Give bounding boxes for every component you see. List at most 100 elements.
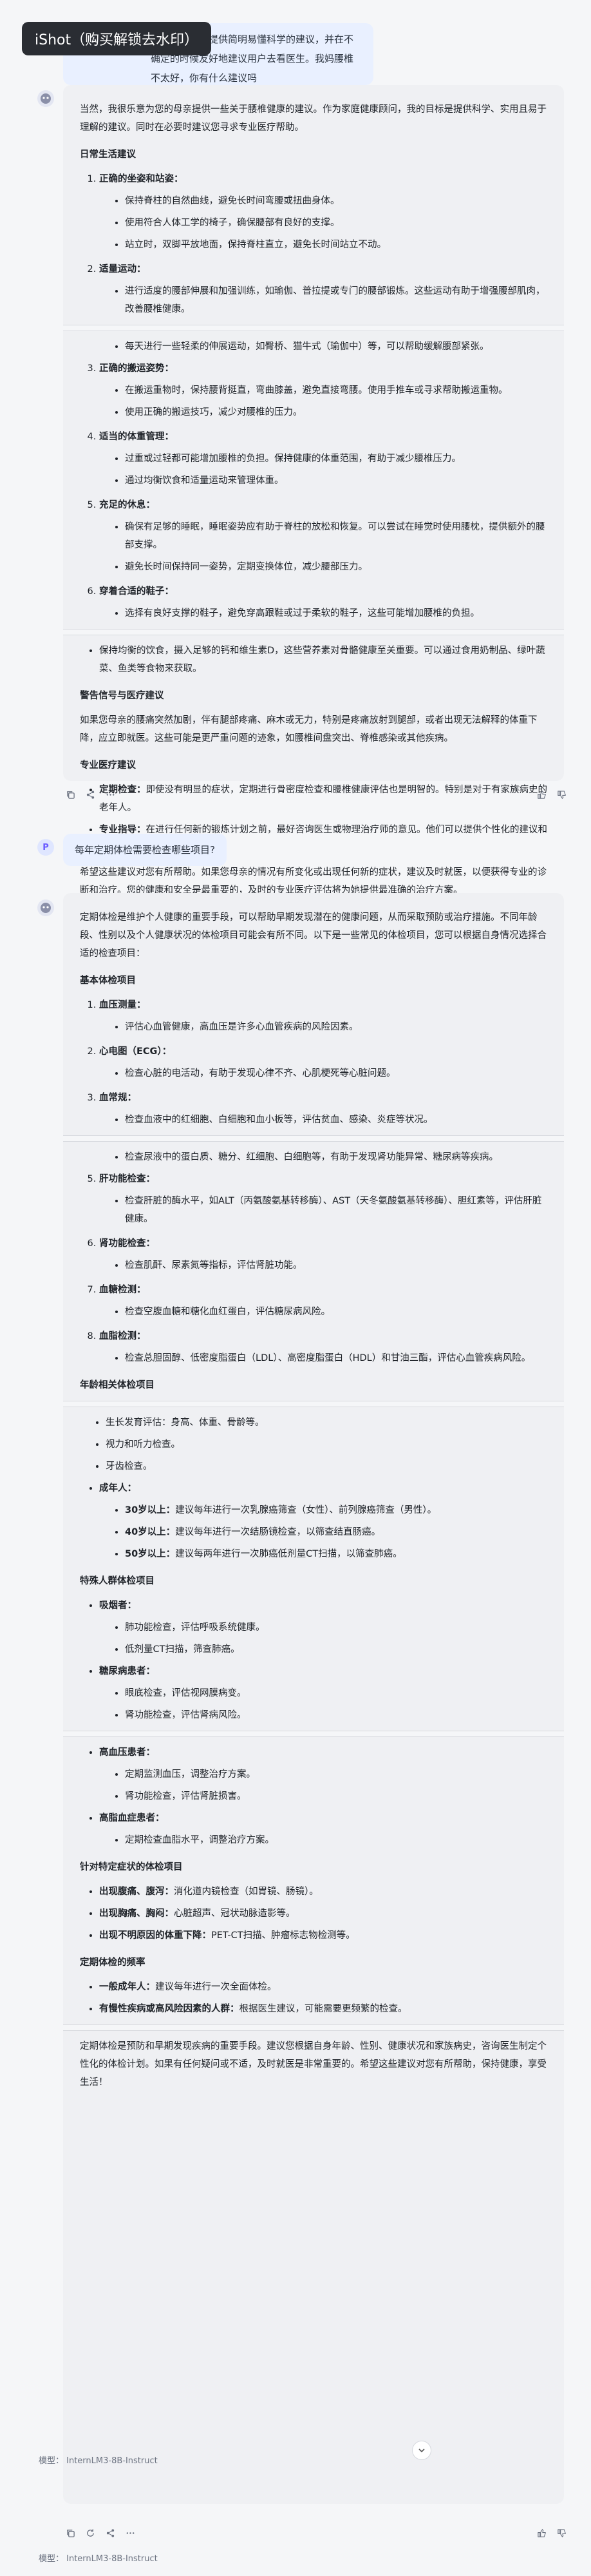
list-item: 在搬运重物时，保持腰背挺直，弯曲膝盖，避免直接弯腰。使用手推车或寻求帮助搬运重物… xyxy=(125,381,547,399)
list-item: 一般成年人：建议每年进行一次全面体检。 xyxy=(99,1978,547,1996)
list-item: 低剂量CT扫描，筛查肺癌。 xyxy=(125,1640,547,1658)
scroll-divider xyxy=(63,1731,564,1737)
list-item: 检查血液中的红细胞、白细胞和血小板等，评估贫血、感染、炎症等状况。 xyxy=(125,1111,547,1129)
list-item: 肝功能检查： 检查肝脏的酶水平，如ALT（丙氨酸氨基转移酶）、AST（天冬氨酸氨… xyxy=(99,1170,547,1228)
user-avatar: P xyxy=(37,839,54,856)
section-heading: 特殊人群体检项目 xyxy=(80,1576,155,1586)
scroll-down-button[interactable] xyxy=(412,2441,431,2460)
user-message-2: 每年定期体检需要检查哪些项目? xyxy=(63,834,227,866)
copy-icon[interactable] xyxy=(66,790,75,802)
list-item: 心电图（ECG）： 检查心脏的电活动，有助于发现心律不齐、心肌梗死等心脏问题。 xyxy=(99,1043,547,1082)
list-item: 生长发育评估：身高、体重、骨龄等。 xyxy=(106,1414,547,1432)
list-item: 正确的坐姿和站姿： 保持脊柱的自然曲线，避免长时间弯腰或扭曲身体。 使用符合人体… xyxy=(99,170,547,254)
list-item: 高脂血症患者： 定期检查血脂水平，调整治疗方案。 xyxy=(99,1809,547,1849)
list-item: 每天进行一些轻柔的伸展运动，如臀桥、猫牛式（瑜伽中）等，可以帮助缓解腰部紧张。 xyxy=(125,338,547,356)
list-item: 检查肌酐、尿素氮等指标，评估肾脏功能。 xyxy=(125,1256,547,1274)
list-item: 确保有足够的睡眠，睡眠姿势应有助于脊柱的放松和恢复。可以尝试在睡觉时使用腰枕，提… xyxy=(125,518,547,554)
section-heading: 警告信号与医疗建议 xyxy=(80,691,164,701)
answer-intro: 定期体检是维护个人健康的重要手段，可以帮助早期发现潜在的健康问题，从而采取预防或… xyxy=(80,912,547,959)
assistant-message-1: 当然，我很乐意为您的母亲提供一些关于腰椎健康的建议。作为家庭健康顾问，我的目标是… xyxy=(63,85,564,896)
feedback-buttons xyxy=(537,790,567,802)
list-item: 血糖检测： 检查空腹血糖和糖化血红蛋白，评估糖尿病风险。 xyxy=(99,1281,547,1321)
list-item: 血脂检测： 检查总胆固醇、低密度脂蛋白（LDL）、高密度脂蛋白（HDL）和甘油三… xyxy=(99,1327,547,1367)
list-item: 40岁以上：建议每年进行一次结肠镜检查，以筛查结直肠癌。 xyxy=(125,1523,547,1541)
list-item: 适当的体重管理： 过重或过轻都可能增加腰椎的负担。保持健康的体重范围，有助于减少… xyxy=(99,428,547,490)
list-item: 血常规： 检查血液中的红细胞、白细胞和血小板等，评估贫血、感染、炎症等状况。 xyxy=(99,1089,547,1129)
list-item: 眼底检查，评估视网膜病变。 xyxy=(125,1684,547,1702)
list-item: 吸烟者： 肺功能检查，评估呼吸系统健康。 低剂量CT扫描，筛查肺癌。 xyxy=(99,1597,547,1658)
list-item: 定期检查血脂水平，调整治疗方案。 xyxy=(125,1831,547,1849)
list-item: 使用正确的搬运技巧，减少对腰椎的压力。 xyxy=(125,403,547,421)
answer-closing: 定期体检是预防和早期发现疾病的重要手段。建议您根据自身年龄、性别、健康状况和家族… xyxy=(80,2041,547,2088)
scroll-divider xyxy=(63,2024,564,2031)
list-item: 评估心血管健康，高血压是许多心血管疾病的风险因素。 xyxy=(125,1018,547,1036)
list-item: 视力和听力检查。 xyxy=(106,1436,547,1454)
user-message-text: 每年定期体检需要检查哪些项目? xyxy=(75,844,215,856)
section-heading: 日常生活建议 xyxy=(80,149,136,160)
list-item: 血压测量： 评估心血管健康，高血压是许多心血管疾病的风险因素。 xyxy=(99,996,547,1036)
message-actions xyxy=(66,790,115,802)
message-actions xyxy=(66,2528,135,2541)
list-item: 高血压患者： 定期监测血压，调整治疗方案。 肾功能检查，评估肾脏损害。 xyxy=(99,1744,547,1805)
list-item: 避免长时间保持同一姿势，定期变换体位，减少腰部压力。 xyxy=(125,558,547,576)
thumbs-down-icon[interactable] xyxy=(557,790,567,802)
thumbs-up-icon[interactable] xyxy=(537,790,547,802)
model-label: 模型： InternLM3-8B-Instruct xyxy=(39,2554,158,2564)
more-icon[interactable] xyxy=(126,2528,135,2541)
list-item: 成年人： 30岁以上：建议每年进行一次乳腺癌筛查（女性）、前列腺癌筛查（男性）。… xyxy=(99,1479,547,1563)
section-heading: 针对特定症状的体检项目 xyxy=(80,1862,183,1872)
section-heading: 基本体检项目 xyxy=(80,976,136,986)
section-heading: 定期体检的频率 xyxy=(80,1957,145,1968)
list-item: 通过均衡饮食和适量运动来管理体重。 xyxy=(125,472,547,490)
watermark-badge: iShot（购买解锁去水印） xyxy=(22,22,212,55)
share-icon[interactable] xyxy=(106,2528,115,2541)
list-item: 定期检查：即使没有明显的症状，定期进行骨密度检查和腰椎健康评估也是明智的。特别是… xyxy=(99,781,547,817)
list-item: 出现不明原因的体重下降：PET-CT扫描、肿瘤标志物检测等。 xyxy=(99,1927,547,1945)
list-item: 肾功能检查： 检查肌酐、尿素氮等指标，评估肾脏功能。 xyxy=(99,1235,547,1274)
feedback-buttons xyxy=(537,2528,567,2541)
advice-list-continued: 正确的搬运姿势： 在搬运重物时，保持腰背挺直，弯曲膝盖，避免直接弯腰。使用手推车… xyxy=(80,360,547,622)
list-item: 有慢性疾病或高风险因素的人群：根据医生建议，可能需要更频繁的检查。 xyxy=(99,2000,547,2018)
list-item: 肺功能检查，评估呼吸系统健康。 xyxy=(125,1619,547,1637)
list-item: 适量运动： 进行适度的腰部伸展和加强训练，如瑜伽、普拉提或专门的腰部锻炼。这些运… xyxy=(99,260,547,318)
list-item: 保持脊柱的自然曲线，避免长时间弯腰或扭曲身体。 xyxy=(125,192,547,210)
list-item: 肾功能检查，评估肾脏损害。 xyxy=(125,1787,547,1805)
list-item: 检查肝脏的酶水平，如ALT（丙氨酸氨基转移酶）、AST（天冬氨酸氨基转移酶）、胆… xyxy=(125,1192,547,1228)
list-item: 使用符合人体工学的椅子，确保腰部有良好的支撑。 xyxy=(125,214,547,232)
list-item: 充足的休息： 确保有足够的睡眠，睡眠姿势应有助于脊柱的放松和恢复。可以尝试在睡觉… xyxy=(99,496,547,576)
basic-checkup-list-continued: 肝功能检查： 检查肝脏的酶水平，如ALT（丙氨酸氨基转移酶）、AST（天冬氨酸氨… xyxy=(80,1170,547,1367)
section-heading: 专业医疗建议 xyxy=(80,760,136,771)
advice-list: 正确的坐姿和站姿： 保持脊柱的自然曲线，避免长时间弯腰或扭曲身体。 使用符合人体… xyxy=(80,170,547,318)
list-item: 肾功能检查，评估肾病风险。 xyxy=(125,1706,547,1724)
list-item: 出现腹痛、腹泻：消化道内镜检查（如胃镜、肠镜）。 xyxy=(99,1883,547,1901)
list-item: 30岁以上：建议每年进行一次乳腺癌筛查（女性）、前列腺癌筛查（男性）。 xyxy=(125,1501,547,1519)
thumbs-up-icon[interactable] xyxy=(537,2528,547,2541)
scroll-divider xyxy=(63,1135,564,1142)
list-item: 出现胸痛、胸闷：心脏超声、冠状动脉造影等。 xyxy=(99,1905,547,1923)
list-item: 正确的搬运姿势： 在搬运重物时，保持腰背挺直，弯曲膝盖，避免直接弯腰。使用手推车… xyxy=(99,360,547,421)
assistant-avatar xyxy=(37,90,54,107)
basic-checkup-list: 血压测量： 评估心血管健康，高血压是许多心血管疾病的风险因素。 心电图（ECG）… xyxy=(80,996,547,1129)
scroll-divider xyxy=(63,1401,564,1407)
list-item: 检查总胆固醇、低密度脂蛋白（LDL）、高密度脂蛋白（HDL）和甘油三酯，评估心血… xyxy=(125,1349,547,1367)
list-item: 牙齿检查。 xyxy=(106,1457,547,1475)
share-icon[interactable] xyxy=(86,790,95,802)
scroll-divider xyxy=(63,629,564,635)
list-item: 定期监测血压，调整治疗方案。 xyxy=(125,1765,547,1783)
assistant-message-2: 定期体检是维护个人健康的重要手段，可以帮助早期发现潜在的健康问题，从而采取预防或… xyxy=(63,893,564,2504)
thumbs-down-icon[interactable] xyxy=(557,2528,567,2541)
list-item: 站立时，双脚平放地面，保持脊柱直立，避免长时间站立不动。 xyxy=(125,236,547,254)
list-item: 50岁以上：建议每两年进行一次肺癌低剂量CT扫描，以筛查肺癌。 xyxy=(125,1545,547,1563)
more-icon[interactable] xyxy=(106,790,115,802)
list-item: 穿着合适的鞋子： 选择有良好支撑的鞋子，避免穿高跟鞋或过于柔软的鞋子，这些可能增… xyxy=(99,582,547,622)
answer-intro: 当然，我很乐意为您的母亲提供一些关于腰椎健康的建议。作为家庭健康顾问，我的目标是… xyxy=(80,104,547,133)
list-item: 检查空腹血糖和糖化血红蛋白，评估糖尿病风险。 xyxy=(125,1303,547,1321)
list-item: 检查尿液中的蛋白质、糖分、红细胞、白细胞等，有助于发现肾功能异常、糖尿病等疾病。 xyxy=(125,1148,547,1166)
list-item: 保持均衡的饮食，摄入足够的钙和维生素D，这些营养素对骨骼健康至关重要。可以通过食… xyxy=(99,642,547,678)
list-item: 进行适度的腰部伸展和加强训练，如瑜伽、普拉提或专门的腰部锻炼。这些运动有助于增强… xyxy=(125,282,547,318)
section-heading: 年龄相关体检项目 xyxy=(80,1380,155,1390)
regenerate-icon[interactable] xyxy=(86,2528,95,2541)
copy-icon[interactable] xyxy=(66,2528,75,2541)
list-item: 过重或过轻都可能增加腰椎的负担。保持健康的体重范围，有助于减少腰椎压力。 xyxy=(125,450,547,468)
scroll-divider xyxy=(63,325,564,331)
